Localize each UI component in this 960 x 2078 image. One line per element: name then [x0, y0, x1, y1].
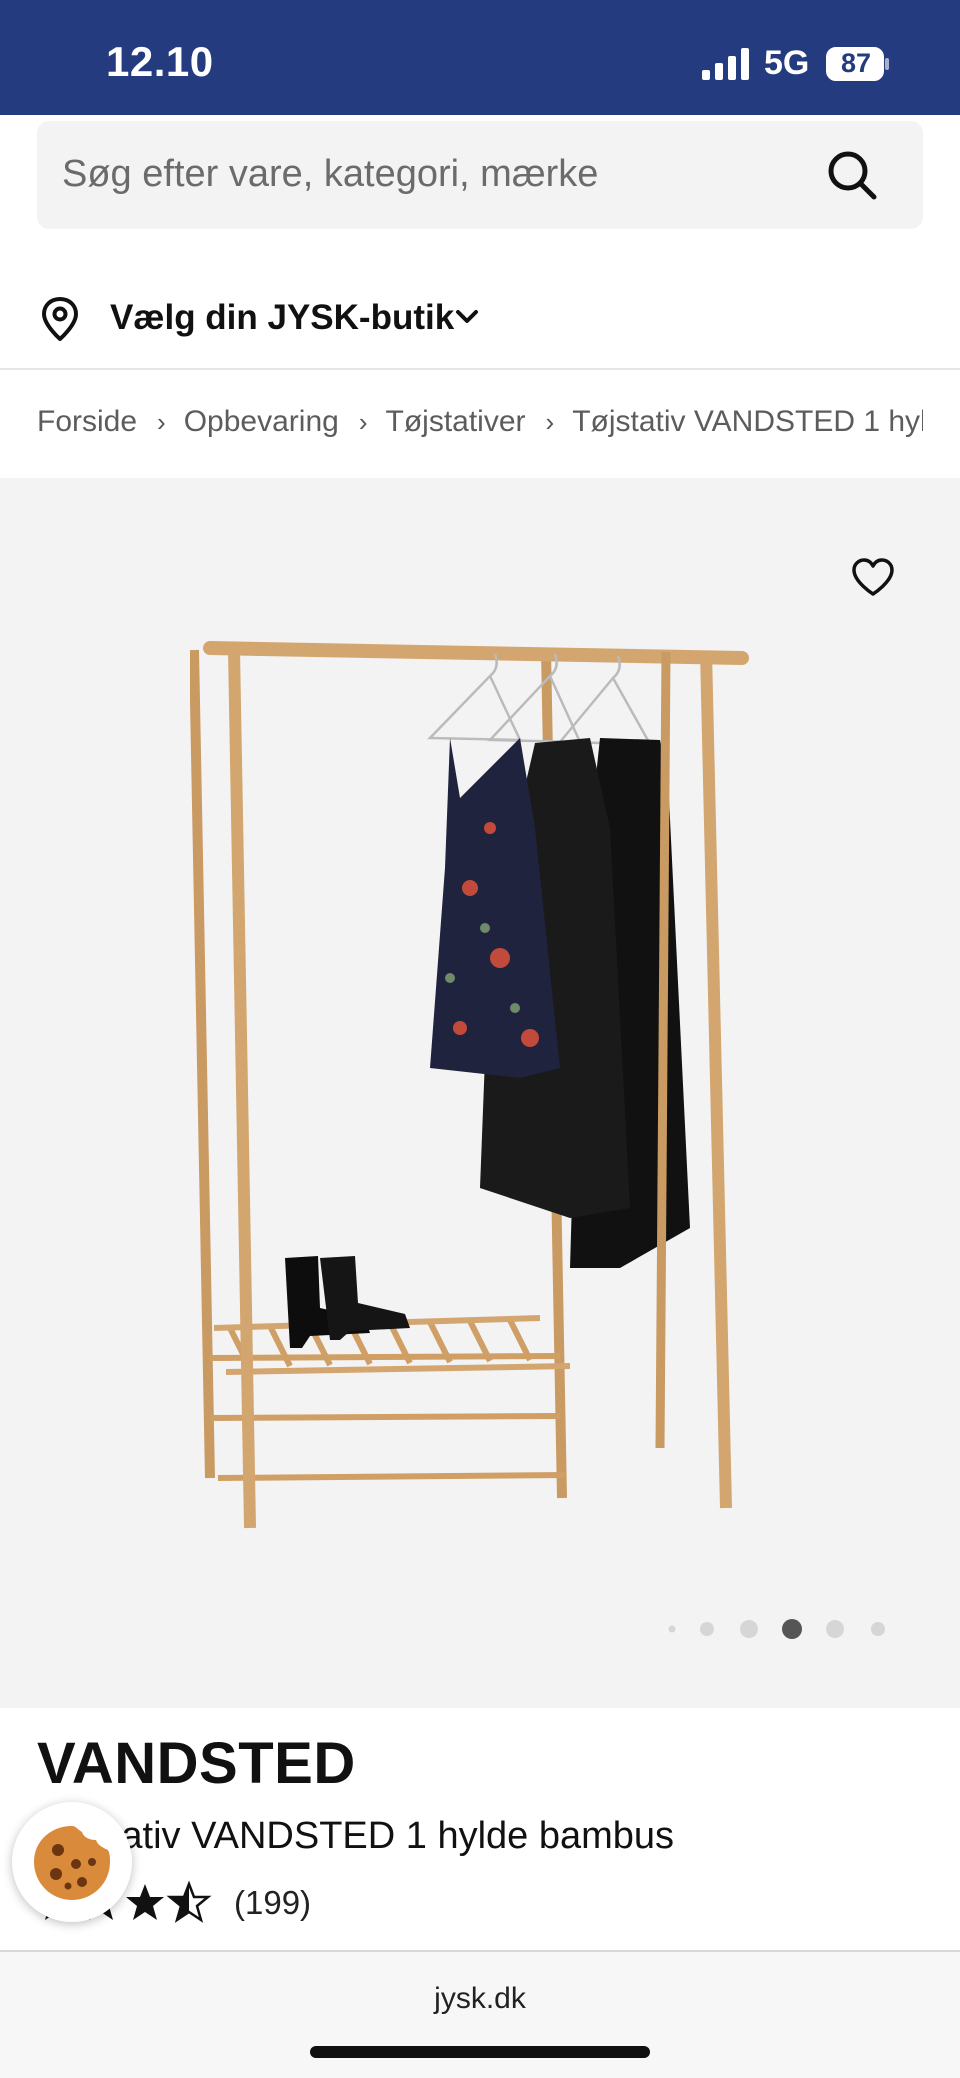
- chevron-right-icon: ›: [545, 406, 555, 437]
- breadcrumb-item-tojstativer[interactable]: Tøjstativer: [386, 405, 526, 439]
- chevron-down-icon: [456, 310, 478, 323]
- gallery-dots[interactable]: [660, 1617, 900, 1641]
- battery-icon: 87: [826, 47, 890, 81]
- store-selector[interactable]: Vælg din JYSK-butik: [0, 270, 960, 370]
- search-input[interactable]: Søg efter vare, kategori, mærke: [37, 121, 923, 229]
- rating-count[interactable]: (199): [234, 1884, 311, 1922]
- breadcrumb: Forside › Opbevaring › Tøjstativer › Tøjstativ…: [37, 404, 923, 448]
- signal-icon: [702, 48, 749, 80]
- cookie-settings-button[interactable]: [12, 1802, 132, 1922]
- battery-level: 87: [840, 48, 872, 78]
- store-label: Vælg din JYSK-butik: [110, 298, 455, 337]
- breadcrumb-item-current: Tøjstativ VANDSTED 1 hylde bambus: [572, 405, 923, 439]
- product-brand: VANDSTED: [37, 1731, 356, 1796]
- home-indicator[interactable]: [310, 2046, 650, 2058]
- product-image: [190, 641, 749, 1529]
- chevron-right-icon: ›: [358, 406, 368, 437]
- heart-icon[interactable]: [850, 556, 896, 598]
- breadcrumb-item-forside[interactable]: Forside: [37, 405, 137, 439]
- product-gallery[interactable]: [0, 478, 960, 1708]
- browser-url-bar[interactable]: jysk.dk: [0, 1950, 960, 2078]
- search-icon[interactable]: [826, 149, 878, 201]
- breadcrumb-item-opbevaring[interactable]: Opbevaring: [184, 405, 339, 439]
- status-bar: 12.10 5G 87: [0, 0, 960, 115]
- product-name: Tøjstativ VANDSTED 1 hylde bambus: [37, 1815, 675, 1857]
- network-label: 5G: [764, 44, 810, 82]
- search-placeholder: Søg efter vare, kategori, mærke: [62, 153, 599, 195]
- location-pin-icon: [42, 297, 78, 341]
- status-time: 12.10: [106, 38, 214, 85]
- url-text[interactable]: jysk.dk: [0, 1982, 960, 2016]
- chevron-right-icon: ›: [157, 406, 166, 437]
- cookie-icon: [34, 1826, 110, 1900]
